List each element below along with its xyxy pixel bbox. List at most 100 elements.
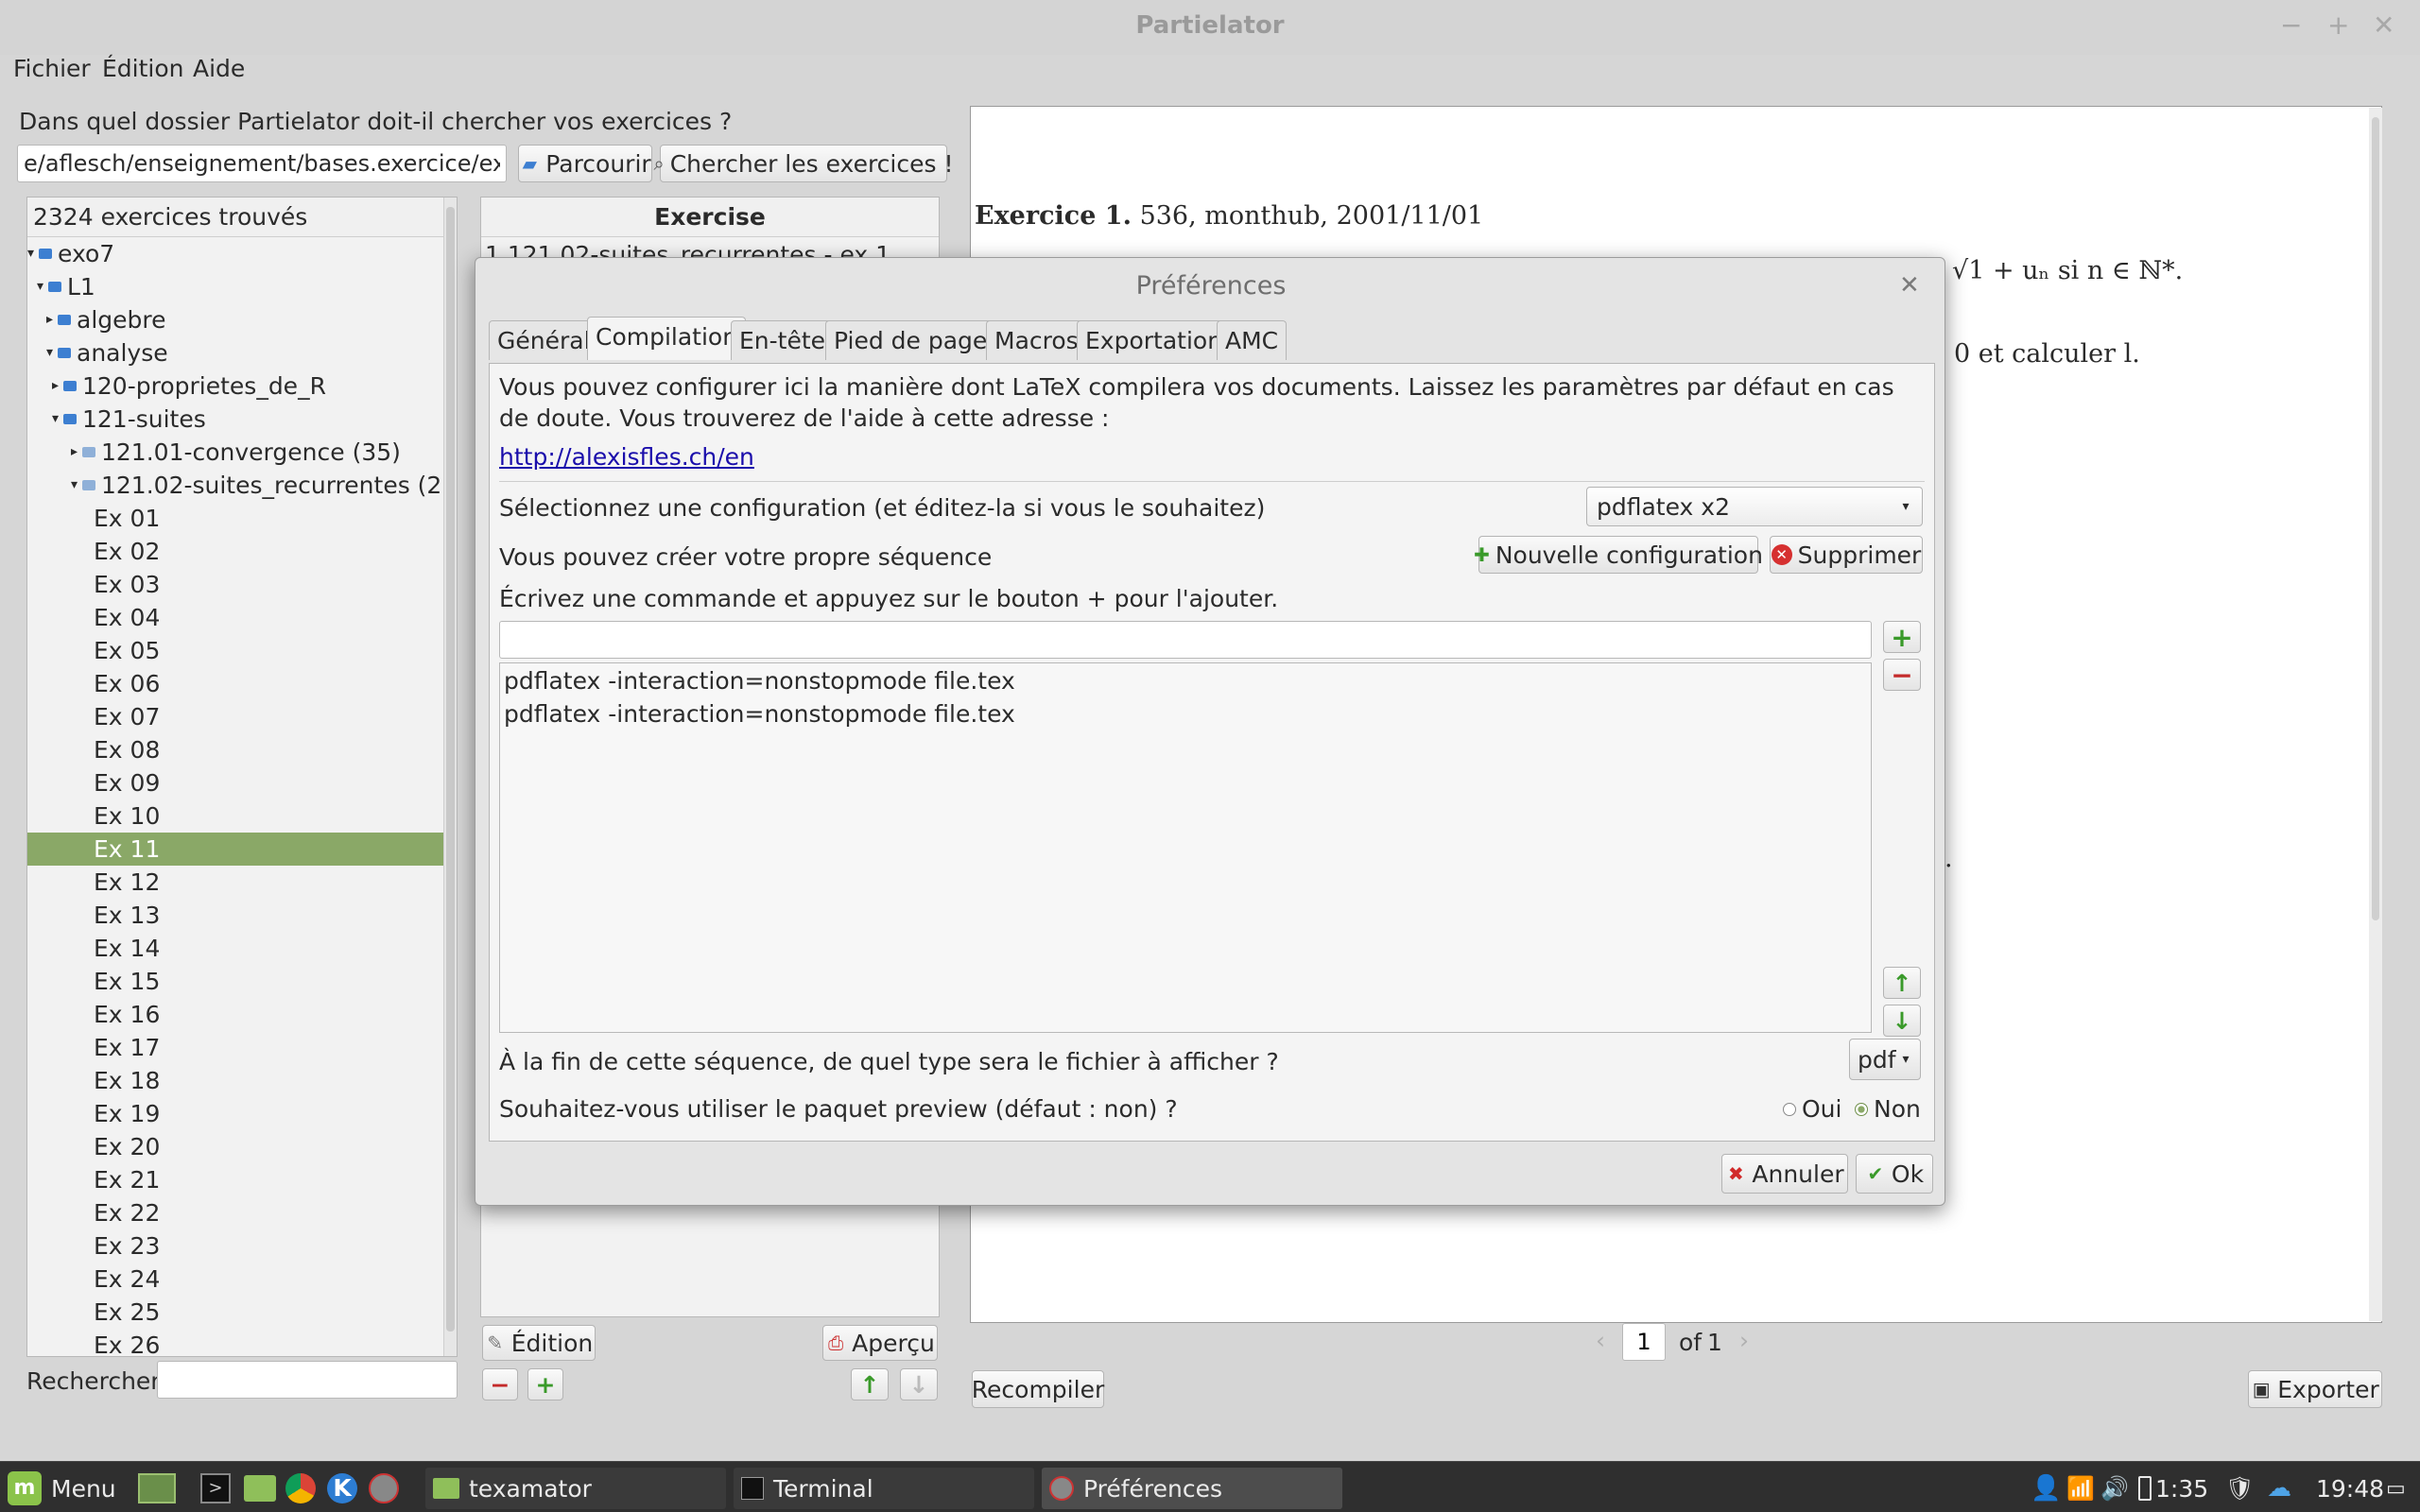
help-link[interactable]: http://alexisfles.ch/en	[499, 443, 754, 471]
tree-node[interactable]: Ex 25	[27, 1296, 443, 1329]
expand-arrow-icon[interactable]: ▾	[46, 336, 53, 369]
tree-node[interactable]: Ex 13	[27, 899, 443, 932]
command-down-button[interactable]: ↓	[1883, 1005, 1921, 1037]
tree-node[interactable]: Ex 03	[27, 568, 443, 601]
browse-button[interactable]: ▰ Parcourir	[518, 145, 652, 182]
minimize-button[interactable]: −	[2280, 9, 2302, 41]
edit-button[interactable]: ✎ Édition	[482, 1325, 596, 1361]
tree-scroll-thumb[interactable]	[446, 207, 455, 1332]
collapse-arrow-icon[interactable]: ▸	[52, 369, 59, 403]
menu-aide[interactable]: Aide	[193, 55, 245, 82]
start-menu-button[interactable]: m Menu	[8, 1468, 116, 1509]
move-down-button[interactable]: ↓	[900, 1368, 938, 1400]
tree-node[interactable]: ▾ L1	[27, 270, 443, 303]
shield-icon[interactable]: 🛡	[2225, 1468, 2254, 1509]
command-input[interactable]	[499, 621, 1872, 659]
tree-node[interactable]: ▸ 120-proprietes_de_R	[27, 369, 443, 403]
next-page-icon[interactable]: ›	[1739, 1327, 1749, 1354]
tree-node[interactable]: ▾ exo7	[27, 237, 443, 270]
user-icon[interactable]: 👤	[2031, 1468, 2061, 1509]
tree-node[interactable]: Ex 11	[27, 833, 443, 866]
preview-scrollbar[interactable]	[2369, 108, 2382, 1321]
tree-node[interactable]: Ex 12	[27, 866, 443, 899]
clock[interactable]: 19:48	[2316, 1468, 2384, 1509]
command-up-button[interactable]: ↑	[1883, 967, 1921, 999]
tab-pied-de-page[interactable]: Pied de page	[825, 320, 996, 360]
menu-fichier[interactable]: Fichier	[13, 55, 91, 82]
volume-icon[interactable]: 🔊	[2100, 1468, 2129, 1509]
taskbar-window-preferences[interactable]: Préférences	[1042, 1468, 1342, 1509]
wifi-icon[interactable]: 📶	[2066, 1468, 2095, 1509]
add-exercise-button[interactable]: +	[527, 1368, 563, 1400]
files-launcher-icon[interactable]	[244, 1468, 276, 1509]
expand-arrow-icon[interactable]: ▾	[37, 270, 43, 303]
radio-no[interactable]: Non	[1855, 1095, 1921, 1123]
tree-node[interactable]: Ex 14	[27, 932, 443, 965]
preview-button[interactable]: ⎙ Aperçu	[822, 1325, 938, 1361]
tree-node[interactable]: Ex 24	[27, 1263, 443, 1296]
tree-node[interactable]: Ex 21	[27, 1163, 443, 1196]
tree-scrollbar[interactable]	[443, 198, 457, 1356]
tab-amc[interactable]: AMC	[1217, 320, 1288, 360]
tree-node[interactable]: Ex 18	[27, 1064, 443, 1097]
page-number-input[interactable]	[1622, 1323, 1666, 1361]
remove-command-button[interactable]: −	[1883, 659, 1921, 691]
command-item[interactable]: pdflatex -interaction=nonstopmode file.t…	[504, 700, 1015, 728]
tree-node[interactable]: Ex 26	[27, 1329, 443, 1356]
search-input[interactable]	[157, 1361, 458, 1399]
cancel-button[interactable]: ✖ Annuler	[1721, 1154, 1848, 1194]
command-item[interactable]: pdflatex -interaction=nonstopmode file.t…	[504, 667, 1015, 695]
tab-compilation[interactable]: Compilation	[587, 317, 747, 360]
title-bar[interactable]: Partielator − + ✕	[0, 0, 2420, 55]
app-launcher-icon[interactable]	[369, 1468, 399, 1509]
tab-general[interactable]: Général	[489, 320, 599, 360]
tree-node[interactable]: Ex 22	[27, 1196, 443, 1229]
delete-config-button[interactable]: ✕ Supprimer	[1770, 536, 1923, 574]
remove-exercise-button[interactable]: −	[482, 1368, 518, 1400]
tree-node[interactable]: Ex 01	[27, 502, 443, 535]
tree-node[interactable]: ▾ 121.02-suites_recurrentes (26)	[27, 469, 457, 502]
tree-node[interactable]: Ex 15	[27, 965, 443, 998]
tree-node[interactable]: Ex 02	[27, 535, 443, 568]
tree-node[interactable]: Ex 09	[27, 766, 443, 799]
tab-entete[interactable]: En-tête	[731, 320, 835, 360]
expand-arrow-icon[interactable]: ▾	[71, 469, 78, 502]
add-command-button[interactable]: +	[1883, 621, 1921, 653]
battery-indicator[interactable]: 1:35	[2138, 1468, 2208, 1509]
tree-node[interactable]: Ex 19	[27, 1097, 443, 1130]
tab-macros[interactable]: Macros	[986, 320, 1087, 360]
tree-node[interactable]: ▸ algebre	[27, 303, 443, 336]
tree-node[interactable]: Ex 20	[27, 1130, 443, 1163]
move-up-button[interactable]: ↑	[851, 1368, 889, 1400]
tree-node[interactable]: Ex 04	[27, 601, 443, 634]
preview-scroll-thumb[interactable]	[2372, 117, 2379, 920]
taskbar-window-texamator[interactable]: texamator	[425, 1468, 726, 1509]
search-exercises-button[interactable]: ⌕ Chercher les exercices !	[654, 145, 954, 182]
radio-yes[interactable]: Oui	[1783, 1095, 1841, 1123]
kde-app-launcher-icon[interactable]: K	[327, 1468, 357, 1509]
output-type-select[interactable]: pdf ▾	[1849, 1039, 1921, 1080]
collapse-arrow-icon[interactable]: ▸	[46, 303, 53, 336]
terminal-launcher-icon[interactable]: >	[200, 1468, 231, 1509]
config-select[interactable]: pdflatex x2 ▾	[1586, 487, 1923, 526]
ok-button[interactable]: ✔ Ok	[1856, 1154, 1933, 1194]
recompile-button[interactable]: Recompiler	[972, 1370, 1104, 1408]
tree-node[interactable]: Ex 10	[27, 799, 443, 833]
tree-node[interactable]: Ex 07	[27, 700, 443, 733]
collapse-arrow-icon[interactable]: ▸	[71, 436, 78, 469]
export-button[interactable]: ▣ Exporter	[2248, 1370, 2382, 1408]
tree-node[interactable]: Ex 17	[27, 1031, 443, 1064]
expand-arrow-icon[interactable]: ▾	[27, 237, 34, 270]
show-desktop-icon[interactable]	[138, 1468, 176, 1509]
tree-node[interactable]: Ex 16	[27, 998, 443, 1031]
tab-exportation[interactable]: Exportation	[1077, 320, 1232, 360]
cloud-sync-icon[interactable]: ☁	[2267, 1468, 2291, 1509]
new-config-button[interactable]: ✚ Nouvelle configuration	[1474, 536, 1763, 574]
tree-node[interactable]: ▾ analyse	[27, 336, 443, 369]
expand-arrow-icon[interactable]: ▾	[52, 403, 59, 436]
tree-node[interactable]: Ex 05	[27, 634, 443, 667]
chrome-launcher-icon[interactable]	[285, 1468, 316, 1509]
tree-node[interactable]: Ex 08	[27, 733, 443, 766]
command-list[interactable]: pdflatex -interaction=nonstopmode file.t…	[499, 662, 1872, 1033]
maximize-button[interactable]: +	[2327, 9, 2349, 41]
